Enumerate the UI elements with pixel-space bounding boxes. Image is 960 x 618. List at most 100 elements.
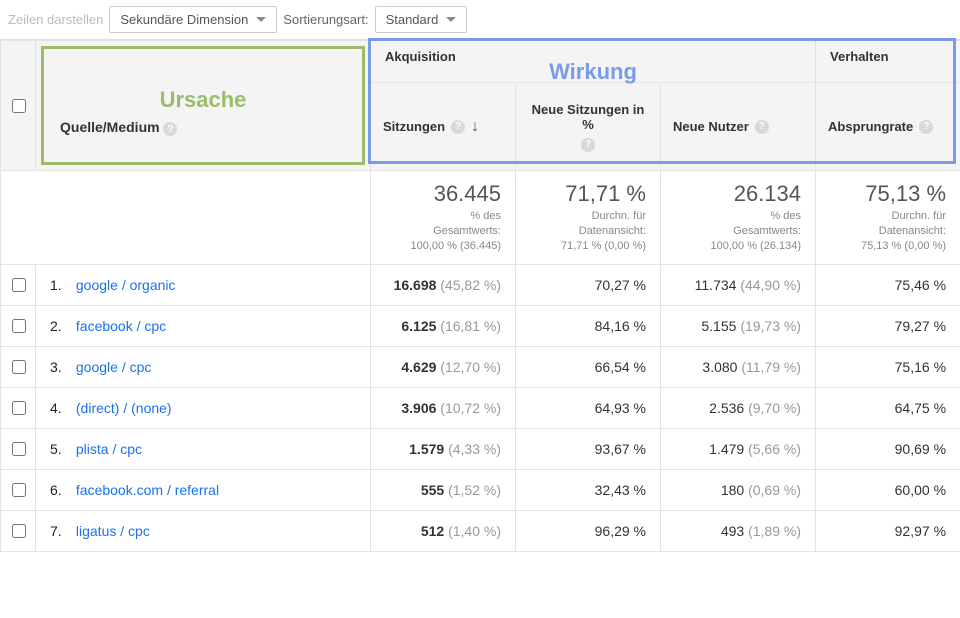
row-checkbox-cell [1,428,36,469]
table-toolbar: Zeilen darstellen Sekundäre Dimension So… [0,0,960,40]
cause-annotation-label: Ursache [36,75,370,117]
row-new-users: 493 (1,89 %) [661,510,816,551]
summary-bounce: 75,13 % Durchn. für Datenansicht: 75,13 … [816,171,960,265]
source-medium-link[interactable]: plista / cpc [76,441,142,457]
row-new-sessions-pct: 93,67 % [516,428,661,469]
source-medium-link[interactable]: ligatus / cpc [76,523,150,539]
sort-type-dropdown[interactable]: Standard [375,6,468,33]
row-sessions: 6.125 (16,81 %) [371,305,516,346]
help-icon[interactable]: ? [755,120,769,134]
row-dimension: 1. google / organic [36,264,371,305]
help-icon[interactable]: ? [581,138,595,152]
row-new-sessions-pct: 66,54 % [516,346,661,387]
row-bounce: 64,75 % [816,387,960,428]
row-new-users: 11.734 (44,90 %) [661,264,816,305]
source-medium-link[interactable]: google / cpc [76,359,152,375]
row-index: 5. [50,441,72,457]
table-row: 6. facebook.com / referral 555 (1,52 %)32… [1,469,960,510]
row-checkbox[interactable] [12,524,26,538]
sort-desc-icon: ↓ [471,118,479,136]
row-dimension: 2. facebook / cpc [36,305,371,346]
row-bounce: 92,97 % [816,510,960,551]
row-index: 4. [50,400,72,416]
summary-new-sessions-pct: 71,71 % Durchn. für Datenansicht: 71,71 … [516,171,661,265]
table-row: 4. (direct) / (none)3.906 (10,72 %)64,93… [1,387,960,428]
row-new-sessions-pct: 32,43 % [516,469,661,510]
row-checkbox[interactable] [12,360,26,374]
row-dimension: 5. plista / cpc [36,428,371,469]
row-sessions: 512 (1,40 %) [371,510,516,551]
row-new-users: 5.155 (19,73 %) [661,305,816,346]
row-new-users: 3.080 (11,79 %) [661,346,816,387]
col-new-users[interactable]: Neue Nutzer ? [661,83,816,171]
sort-type-label: Sortierungsart: [283,12,368,27]
chevron-down-icon [256,17,266,22]
help-icon[interactable]: ? [451,120,465,134]
col-sessions[interactable]: Sitzungen ? ↓ [371,83,516,171]
table-row: 7. ligatus / cpc512 (1,40 %)96,29 %493 (… [1,510,960,551]
source-medium-link[interactable]: (direct) / (none) [76,400,172,416]
row-bounce: 90,69 % [816,428,960,469]
row-sessions: 3.906 (10,72 %) [371,387,516,428]
row-dimension: 4. (direct) / (none) [36,387,371,428]
metric-group-acquisition: Akquisition Wirkung [371,41,816,83]
row-new-users: 180 (0,69 %) [661,469,816,510]
row-checkbox[interactable] [12,483,26,497]
row-bounce: 60,00 % [816,469,960,510]
help-icon[interactable]: ? [163,122,177,136]
row-new-sessions-pct: 84,16 % [516,305,661,346]
table-row: 2. facebook / cpc6.125 (16,81 %)84,16 %5… [1,305,960,346]
row-index: 6. [50,482,72,498]
row-new-sessions-pct: 64,93 % [516,387,661,428]
secondary-dimension-label: Sekundäre Dimension [120,12,248,27]
row-checkbox[interactable] [12,319,26,333]
row-checkbox-cell [1,387,36,428]
row-checkbox[interactable] [12,401,26,415]
table-row: 1. google / organic16.698 (45,82 %)70,27… [1,264,960,305]
source-medium-link[interactable]: facebook.com / referral [76,482,219,498]
secondary-dimension-dropdown[interactable]: Sekundäre Dimension [109,6,277,33]
source-medium-link[interactable]: facebook / cpc [76,318,166,334]
row-new-users: 2.536 (9,70 %) [661,387,816,428]
row-index: 2. [50,318,72,334]
source-medium-link[interactable]: google / organic [76,277,176,293]
row-checkbox-cell [1,469,36,510]
row-new-users: 1.479 (5,66 %) [661,428,816,469]
row-checkbox[interactable] [12,278,26,292]
report-table: Ursache Quelle/Medium ? Akquisition Wirk… [0,40,960,552]
row-sessions: 4.629 (12,70 %) [371,346,516,387]
row-sessions: 16.698 (45,82 %) [371,264,516,305]
dimension-header[interactable]: Ursache Quelle/Medium ? [36,41,371,171]
row-checkbox-cell [1,346,36,387]
table-row: 3. google / cpc 4.629 (12,70 %)66,54 %3.0… [1,346,960,387]
summary-new-users: 26.134 % des Gesamtwerts: 100,00 % (26.1… [661,171,816,265]
row-sessions: 555 (1,52 %) [371,469,516,510]
row-dimension: 7. ligatus / cpc [36,510,371,551]
row-new-sessions-pct: 70,27 % [516,264,661,305]
table-row: 5. plista / cpc1.579 (4,33 %)93,67 %1.47… [1,428,960,469]
dimension-name: Quelle/Medium [60,119,160,135]
row-checkbox[interactable] [12,442,26,456]
row-bounce: 75,46 % [816,264,960,305]
row-sessions: 1.579 (4,33 %) [371,428,516,469]
chevron-down-icon [446,17,456,22]
row-checkbox-cell [1,305,36,346]
group-beh-label: Verhalten [830,49,889,64]
metric-group-behavior: Verhalten [816,41,960,83]
row-bounce: 79,27 % [816,305,960,346]
rows-display-label: Zeilen darstellen [8,12,103,27]
col-bounce-rate[interactable]: Absprungrate ? [816,83,960,171]
row-bounce: 75,16 % [816,346,960,387]
summary-sessions: 36.445 % des Gesamtwerts: 100,00 % (36.4… [371,171,516,265]
row-index: 3. [50,359,72,375]
help-icon[interactable]: ? [919,120,933,134]
col-new-sessions-pct[interactable]: Neue Sitzungen in % ? [516,83,661,171]
row-index: 1. [50,277,72,293]
row-checkbox-cell [1,510,36,551]
row-checkbox-cell [1,264,36,305]
row-index: 7. [50,523,72,539]
select-all-header [1,41,36,171]
summary-empty [1,171,371,265]
summary-row: 36.445 % des Gesamtwerts: 100,00 % (36.4… [1,171,960,265]
select-all-checkbox[interactable] [12,99,26,113]
